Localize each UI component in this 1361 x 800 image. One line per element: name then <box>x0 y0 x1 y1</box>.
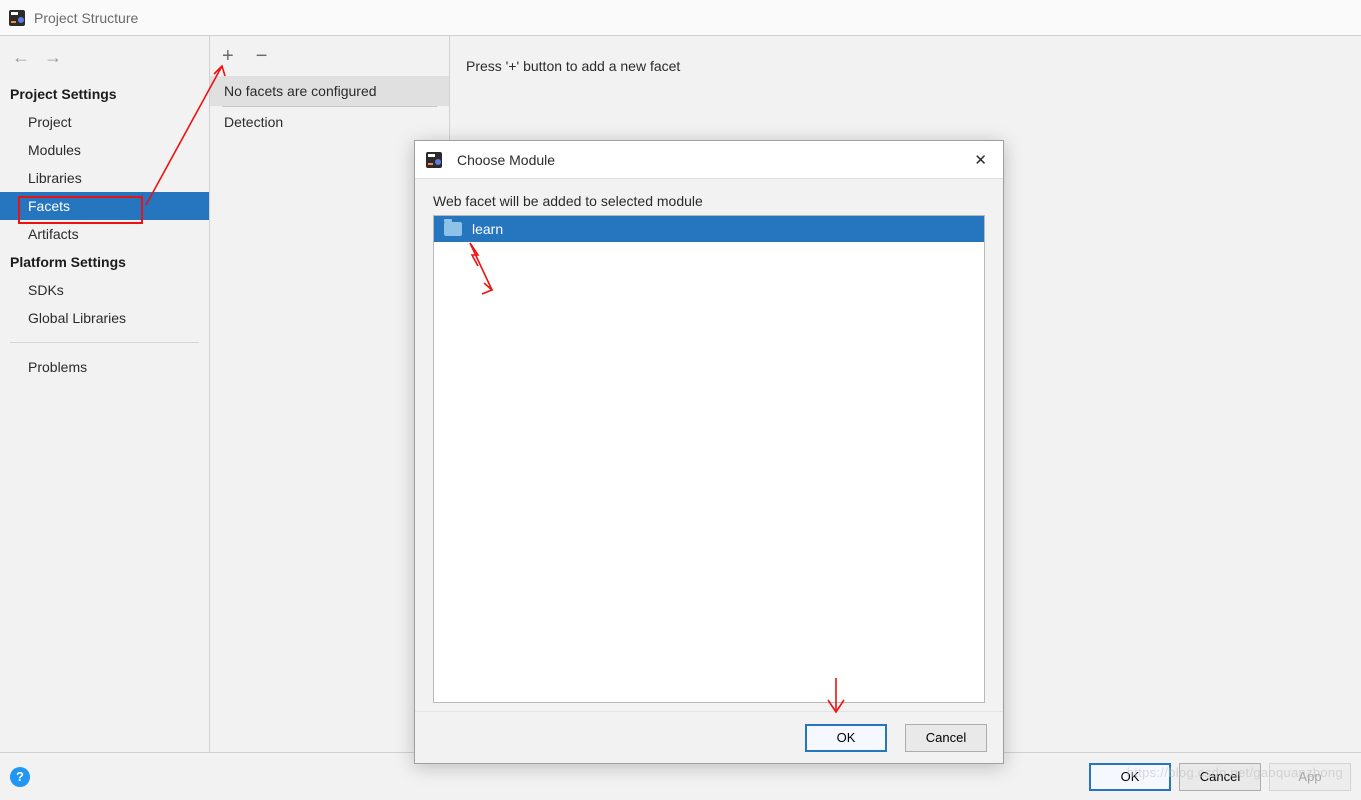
sidebar-item-sdks[interactable]: SDKs <box>0 276 209 304</box>
window-title: Project Structure <box>34 10 138 26</box>
content-hint: Press '+' button to add a new facet <box>466 58 1345 74</box>
dialog-body: Web facet will be added to selected modu… <box>415 179 1003 711</box>
cancel-button[interactable]: Cancel <box>1179 763 1261 791</box>
dialog-titlebar: Choose Module ✕ <box>415 141 1003 179</box>
app-icon <box>8 9 26 27</box>
add-icon[interactable]: + <box>222 46 234 66</box>
sidebar-item-facets[interactable]: Facets <box>0 192 209 220</box>
sidebar-heading-project: Project Settings <box>0 80 209 108</box>
dialog-title: Choose Module <box>457 152 555 168</box>
sidebar-item-modules[interactable]: Modules <box>0 136 209 164</box>
sidebar-item-libraries[interactable]: Libraries <box>0 164 209 192</box>
sidebar: ← → Project Settings Project Modules Lib… <box>0 36 210 752</box>
facet-empty-row[interactable]: No facets are configured <box>210 76 449 106</box>
dialog-ok-button[interactable]: OK <box>805 724 887 752</box>
sidebar-item-problems[interactable]: Problems <box>0 353 209 381</box>
dialog-footer: OK Cancel <box>415 711 1003 763</box>
sidebar-separator <box>10 342 199 343</box>
apply-button: App <box>1269 763 1351 791</box>
module-list[interactable]: learn <box>433 215 985 703</box>
sidebar-heading-platform: Platform Settings <box>0 248 209 276</box>
dialog-cancel-button[interactable]: Cancel <box>905 724 987 752</box>
choose-module-dialog: Choose Module ✕ Web facet will be added … <box>414 140 1004 764</box>
remove-icon[interactable]: − <box>256 46 268 66</box>
help-icon[interactable]: ? <box>10 767 30 787</box>
sidebar-item-project[interactable]: Project <box>0 108 209 136</box>
facet-detection-row[interactable]: Detection <box>210 107 449 137</box>
facet-toolbar: + − <box>210 36 449 76</box>
close-icon[interactable]: ✕ <box>968 147 993 173</box>
ok-button[interactable]: OK <box>1089 763 1171 791</box>
nav-arrows: ← → <box>0 44 209 80</box>
nav-back-icon[interactable]: ← <box>12 48 30 66</box>
nav-forward-icon[interactable]: → <box>44 48 62 66</box>
module-item-label: learn <box>472 221 503 237</box>
dialog-description: Web facet will be added to selected modu… <box>433 193 985 215</box>
dialog-app-icon <box>425 151 443 169</box>
sidebar-item-global-libraries[interactable]: Global Libraries <box>0 304 209 332</box>
folder-icon <box>444 222 462 236</box>
titlebar: Project Structure <box>0 0 1361 36</box>
module-item-learn[interactable]: learn <box>434 216 984 242</box>
sidebar-item-artifacts[interactable]: Artifacts <box>0 220 209 248</box>
